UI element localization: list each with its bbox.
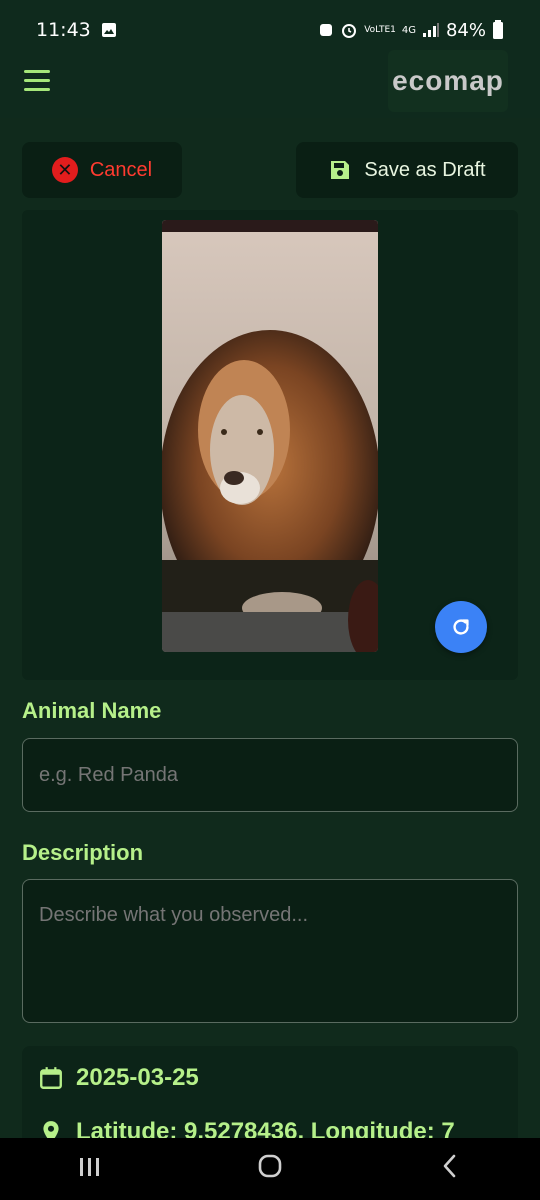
signal-icon: [422, 23, 439, 37]
system-nav-bar: [0, 1138, 540, 1200]
cancel-button[interactable]: ✕ Cancel: [22, 142, 182, 198]
recycle-icon: [320, 24, 333, 36]
save-draft-label: Save as Draft: [364, 158, 486, 181]
gallery-notification-icon: [101, 23, 116, 37]
alarm-icon: [342, 24, 357, 38]
battery-percent: 84%: [445, 19, 486, 41]
app-logo: ecomap: [388, 50, 508, 112]
app-bar: ecomap: [0, 44, 540, 120]
hamburger-menu-icon[interactable]: [24, 70, 50, 92]
battery-icon: [493, 20, 503, 39]
cancel-label: Cancel: [89, 158, 153, 181]
captured-photo[interactable]: [162, 220, 378, 652]
close-circle-icon: ✕: [51, 157, 78, 183]
refresh-icon: [453, 619, 469, 635]
recent-apps-icon[interactable]: [60, 1154, 120, 1185]
retake-photo-button[interactable]: [435, 601, 487, 653]
save-draft-button[interactable]: Save as Draft: [296, 142, 518, 198]
back-icon[interactable]: [420, 1153, 480, 1186]
description-label: Description: [22, 840, 144, 865]
observation-date: 2025-03-25: [76, 1064, 199, 1091]
save-icon: [331, 161, 350, 179]
description-input[interactable]: [22, 879, 518, 1023]
animal-name-input[interactable]: [22, 738, 518, 812]
animal-name-label: Animal Name: [22, 698, 162, 723]
status-left: 11:43: [36, 19, 117, 41]
main-content: ✕ Cancel Save as Draft Animal Name e.g. …: [0, 118, 540, 1156]
network-type: 4G: [401, 24, 416, 36]
home-icon[interactable]: [240, 1153, 300, 1186]
status-time: 11:43: [36, 19, 91, 41]
carrier-badge: VoLTE1: [364, 25, 396, 35]
date-row[interactable]: 2025-03-25: [38, 1064, 199, 1092]
calendar-icon: [40, 1067, 62, 1089]
lion-photo: [162, 220, 378, 652]
status-right: VoLTE1 4G 84%: [318, 20, 504, 41]
photo-card: [22, 210, 518, 680]
logo-text: ecomap: [392, 65, 504, 96]
